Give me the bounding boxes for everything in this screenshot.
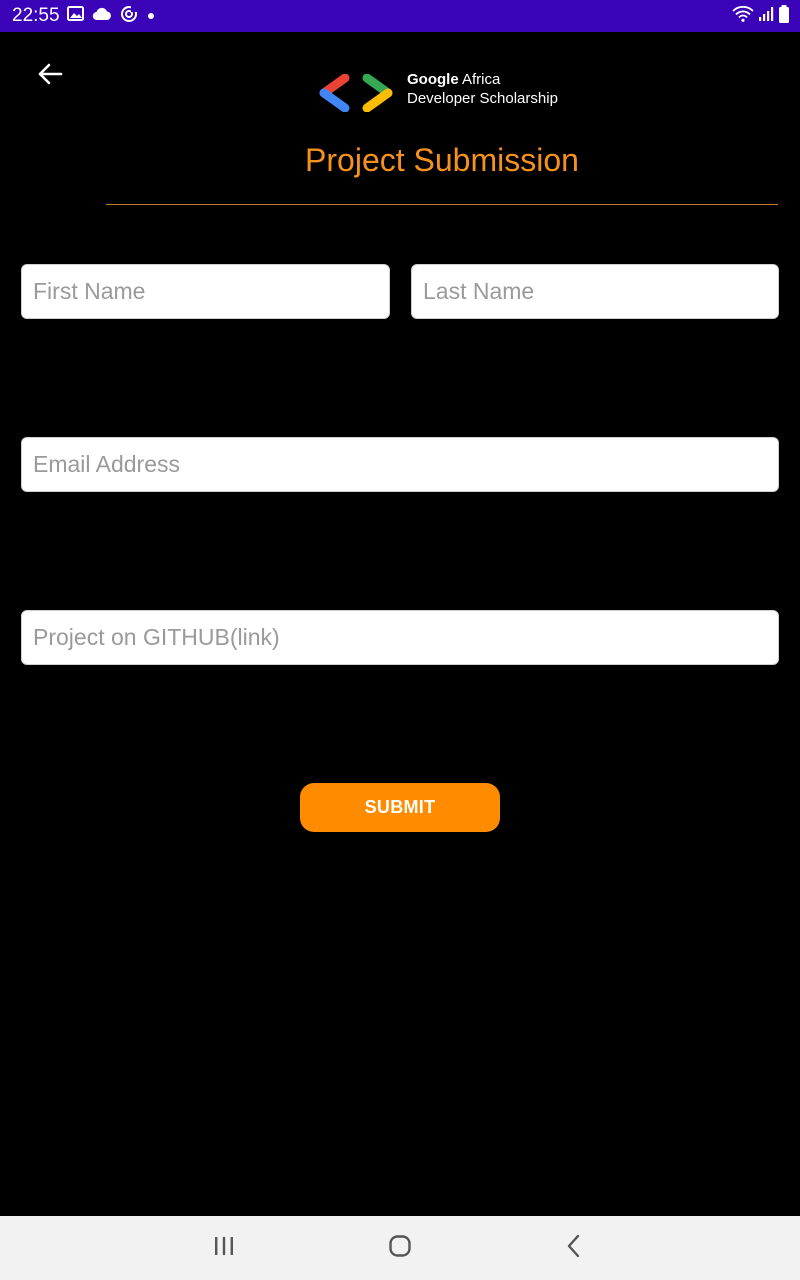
logo-subtitle: Developer Scholarship xyxy=(407,90,558,107)
recents-icon xyxy=(213,1236,235,1261)
nav-back-button[interactable] xyxy=(550,1230,598,1266)
logo-africa: Africa xyxy=(458,71,501,88)
first-name-field[interactable] xyxy=(21,264,390,319)
status-right-icons xyxy=(732,4,790,28)
github-link-field[interactable] xyxy=(21,610,779,665)
logo-text: Google Africa Developer Scholarship xyxy=(407,70,558,108)
cloud-icon xyxy=(92,7,112,26)
wifi-icon xyxy=(732,5,754,27)
home-icon xyxy=(388,1234,412,1263)
battery-icon xyxy=(778,4,790,28)
dot-icon xyxy=(148,13,154,19)
logo-google: Google xyxy=(407,71,459,88)
navigation-bar xyxy=(0,1216,800,1280)
arrow-left-icon xyxy=(37,63,63,90)
gads-logo: Google Africa Developer Scholarship xyxy=(318,70,578,114)
status-time: 22:55 xyxy=(12,5,60,26)
title-divider xyxy=(106,204,778,205)
submit-button[interactable]: SUBMIT xyxy=(300,783,500,832)
recents-button[interactable] xyxy=(200,1230,248,1266)
last-name-field[interactable] xyxy=(411,264,779,319)
status-left-icons xyxy=(67,5,154,28)
back-icon xyxy=(566,1234,582,1263)
back-button[interactable] xyxy=(30,58,70,94)
image-icon xyxy=(67,6,84,26)
signal-icon xyxy=(758,6,774,27)
code-brackets-logo-icon xyxy=(319,74,393,112)
sync-icon xyxy=(120,5,138,28)
home-button[interactable] xyxy=(376,1230,424,1266)
status-bar: 22:55 xyxy=(0,0,800,32)
page-title: Project Submission xyxy=(305,142,579,178)
email-field[interactable] xyxy=(21,437,779,492)
